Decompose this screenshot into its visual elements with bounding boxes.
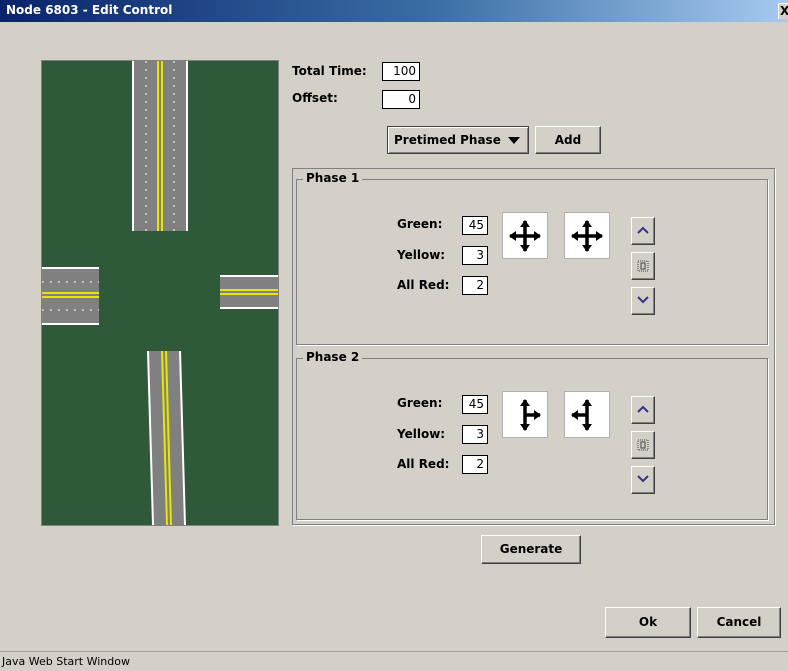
phase-1-title: Phase 1	[303, 171, 363, 185]
dropdown-arrow-icon	[508, 137, 520, 144]
phases-panel: Phase 1 Green: 45 Yellow: 3 All Red: 2 P…	[292, 168, 775, 525]
status-bar: Java Web Start Window	[0, 651, 788, 671]
allred-label: All Red:	[397, 457, 450, 471]
phase-1-panel: Phase 1 Green: 45 Yellow: 3 All Red: 2	[296, 171, 768, 345]
phase-2-green-input[interactable]: 45	[462, 395, 488, 414]
yellow-label: Yellow:	[397, 427, 446, 441]
phase-2-panel: Phase 2 Green: 45 Yellow: 3 All Red: 2	[296, 350, 768, 520]
move-down-button[interactable]	[631, 287, 655, 315]
offset-label: Offset:	[292, 91, 338, 105]
three-way-arrow-icon[interactable]	[564, 391, 610, 438]
move-up-button[interactable]	[631, 217, 655, 245]
add-phase-button[interactable]: Add	[535, 126, 601, 154]
cancel-button[interactable]: Cancel	[697, 607, 781, 638]
trash-icon	[637, 260, 649, 272]
generate-button[interactable]: Generate	[481, 535, 581, 564]
phase-type-selected: Pretimed Phase	[394, 133, 501, 147]
allred-label: All Red:	[397, 278, 450, 292]
phase-1-green-input[interactable]: 45	[462, 216, 488, 235]
move-up-button[interactable]	[631, 396, 655, 424]
chevron-up-icon	[637, 405, 649, 413]
three-way-arrow-icon[interactable]	[502, 391, 548, 438]
delete-phase-button[interactable]	[631, 252, 655, 280]
south-road	[147, 350, 186, 525]
phase-1-allred-input[interactable]: 2	[462, 276, 488, 295]
total-time-label: Total Time:	[292, 64, 367, 78]
phase-2-title: Phase 2	[303, 350, 363, 364]
total-time-input[interactable]: 100	[382, 62, 420, 81]
close-button[interactable]: X	[778, 3, 788, 19]
move-down-button[interactable]	[631, 466, 655, 494]
chevron-up-icon	[637, 226, 649, 234]
status-text: Java Web Start Window	[2, 655, 130, 668]
east-road	[220, 275, 278, 309]
phase-2-allred-input[interactable]: 2	[462, 455, 488, 474]
title-bar: Node 6803 - Edit Control X	[0, 0, 788, 22]
phase-2-yellow-input[interactable]: 3	[462, 425, 488, 444]
four-way-arrow-icon[interactable]	[564, 212, 610, 259]
four-way-arrow-icon[interactable]	[502, 212, 548, 259]
ok-button[interactable]: Ok	[605, 607, 691, 638]
trash-icon	[637, 439, 649, 451]
green-label: Green:	[397, 396, 443, 410]
phase-type-dropdown[interactable]: Pretimed Phase	[387, 126, 529, 154]
west-road	[42, 267, 99, 325]
north-road	[132, 61, 188, 231]
chevron-down-icon	[637, 296, 649, 304]
green-label: Green:	[397, 217, 443, 231]
delete-phase-button[interactable]	[631, 431, 655, 459]
yellow-label: Yellow:	[397, 248, 446, 262]
offset-input[interactable]: 0	[382, 90, 420, 109]
chevron-down-icon	[637, 475, 649, 483]
intersection-map	[41, 60, 279, 526]
phase-1-yellow-input[interactable]: 3	[462, 246, 488, 265]
window-title: Node 6803 - Edit Control	[6, 3, 173, 17]
